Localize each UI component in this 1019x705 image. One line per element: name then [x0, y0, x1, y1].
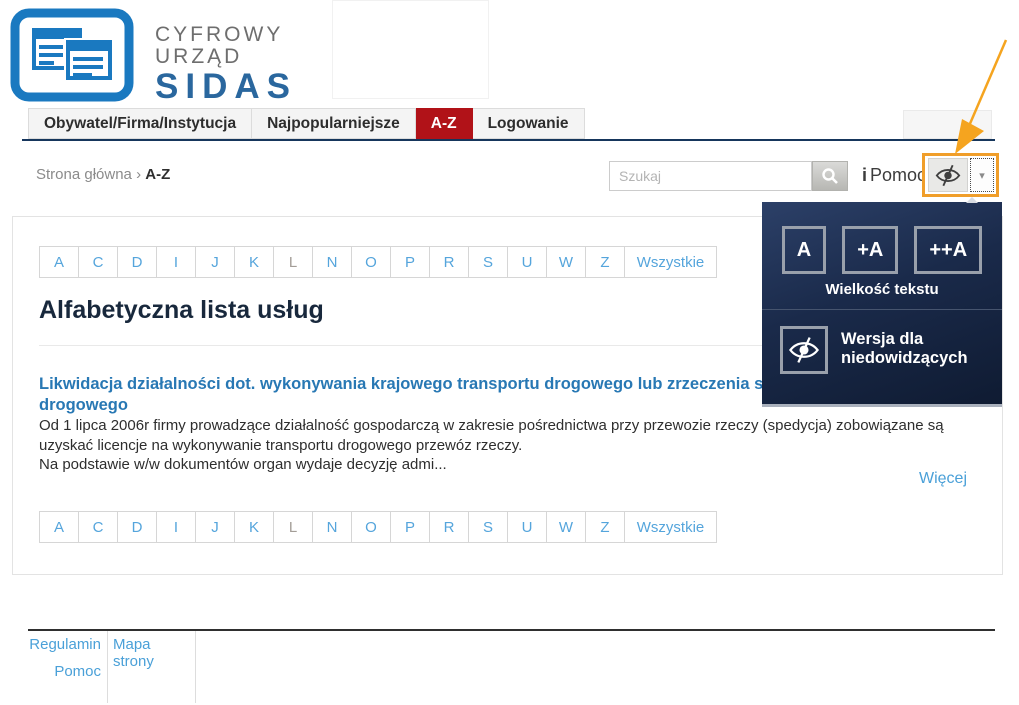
alphabet-row-bottom: ACDIJKLNOPRSUWZWszystkie [39, 511, 717, 543]
text-size-button[interactable]: +A [842, 226, 898, 274]
info-icon: i [862, 165, 867, 185]
alphabet-letter-link[interactable]: O [351, 511, 391, 543]
help-label: Pomoc [870, 165, 926, 185]
footer-link-mapa-strony[interactable]: Mapa strony [113, 636, 195, 670]
alphabet-letter-link[interactable]: J [195, 511, 235, 543]
alphabet-letter-link[interactable]: S [468, 511, 508, 543]
text-size-buttons: A +A ++A [762, 202, 1002, 274]
footer-column-2: Mapa strony [108, 631, 196, 703]
alphabet-letter-link[interactable]: P [390, 246, 430, 278]
alphabet-letter-link[interactable]: A [39, 511, 79, 543]
alphabet-letter-link[interactable]: N [312, 246, 352, 278]
text-size-button[interactable]: ++A [914, 226, 982, 274]
crossed-eye-icon [787, 335, 821, 365]
breadcrumb-home-link[interactable]: Strona główna [36, 166, 132, 183]
alphabet-row-top: ACDIJKLNOPRSUWZWszystkie [39, 246, 717, 278]
alphabet-letter-link[interactable]: N [312, 511, 352, 543]
search-button[interactable] [812, 161, 848, 191]
footer-link-pomoc[interactable]: Pomoc [54, 663, 101, 680]
page-title: Alfabetyczna lista usług [39, 296, 324, 325]
article-body-line: uzyskać licencje na wykonywanie transpor… [39, 436, 944, 456]
article-body: Od 1 lipca 2006r firmy prowadzące działa… [39, 416, 944, 475]
footer-column-1: Regulamin Pomoc [28, 631, 108, 703]
alphabet-letter-link[interactable]: O [351, 246, 391, 278]
nav-tab[interactable]: Najpopularniejsze [252, 108, 416, 139]
alphabet-letter-link[interactable]: C [78, 511, 118, 543]
contrast-caption[interactable]: Wersja dla niedowidzących [841, 330, 991, 368]
more-link[interactable]: Więcej [919, 470, 967, 488]
alphabet-letter-link[interactable]: W [546, 511, 586, 543]
alphabet-letter-link[interactable]: D [117, 511, 157, 543]
article-body-line: Od 1 lipca 2006r firmy prowadzące działa… [39, 416, 944, 436]
nav-tab[interactable]: A-Z [416, 108, 473, 139]
alphabet-letter-link[interactable]: A [39, 246, 79, 278]
brand-line-urzad: URZĄD [155, 46, 297, 68]
help-link[interactable]: iPomoc [862, 165, 926, 186]
alphabet-letter-link[interactable]: I [156, 246, 196, 278]
text-size-section: A +A ++A Wielkość tekstu [762, 202, 1002, 310]
alphabet-letter-link[interactable]: I [156, 511, 196, 543]
nav-spacer-box [903, 110, 992, 139]
alphabet-letter-link[interactable]: P [390, 511, 430, 543]
accessibility-panel: A +A ++A Wielkość tekstu Wersja dla niedow… [762, 202, 1002, 407]
breadcrumb-current: A-Z [145, 166, 170, 183]
nav-underline [22, 139, 995, 141]
panel-caret [966, 197, 978, 203]
alphabet-letter-link[interactable]: L [273, 511, 313, 543]
chevron-down-icon: ▾ [979, 169, 985, 182]
alphabet-letter-link[interactable]: Wszystkie [624, 511, 717, 543]
magnifier-icon [821, 167, 839, 185]
contrast-section: Wersja dla niedowidzących [762, 310, 1002, 374]
alphabet-letter-link[interactable]: Z [585, 511, 625, 543]
text-size-caption: Wielkość tekstu [762, 281, 1002, 298]
contrast-eye-button[interactable] [780, 326, 828, 374]
alphabet-letter-link[interactable]: W [546, 246, 586, 278]
footer-link-regulamin[interactable]: Regulamin [29, 636, 101, 653]
alphabet-letter-link[interactable]: S [468, 246, 508, 278]
nav-tab[interactable]: Logowanie [473, 108, 585, 139]
alphabet-letter-link[interactable]: J [195, 246, 235, 278]
nav-tab[interactable]: Obywatel/Firma/Instytucja [28, 108, 252, 139]
header-placeholder-box [332, 0, 489, 99]
alphabet-letter-link[interactable]: K [234, 511, 274, 543]
search-input[interactable] [609, 161, 812, 191]
alphabet-letter-link[interactable]: Wszystkie [624, 246, 717, 278]
main-nav: Obywatel/Firma/InstytucjaNajpopularniejs… [28, 108, 585, 139]
accessibility-dropdown-button[interactable]: ▾ [970, 158, 994, 192]
breadcrumb: Strona główna › A-Z [36, 166, 170, 183]
alphabet-letter-link[interactable]: C [78, 246, 118, 278]
accessibility-widget: ▾ [922, 153, 999, 197]
alphabet-letter-link[interactable]: D [117, 246, 157, 278]
footer: Regulamin Pomoc Mapa strony [28, 631, 196, 703]
sidas-logo-icon[interactable] [10, 8, 134, 107]
windows-logo-icon [10, 8, 134, 102]
alphabet-letter-link[interactable]: Z [585, 246, 625, 278]
article-body-line: Na podstawie w/w dokumentów organ wydaje… [39, 455, 944, 475]
alphabet-letter-link[interactable]: L [273, 246, 313, 278]
brand-text: CYFROWY URZĄD SIDAS [155, 24, 297, 105]
breadcrumb-separator: › [136, 166, 141, 183]
text-size-button[interactable]: A [782, 226, 826, 274]
crossed-eye-icon [934, 163, 962, 188]
brand-line-sidas: SIDAS [155, 69, 297, 105]
brand-line-cyfrowy: CYFROWY [155, 24, 297, 46]
alphabet-letter-link[interactable]: U [507, 246, 547, 278]
alphabet-letter-link[interactable]: R [429, 246, 469, 278]
accessibility-eye-button[interactable] [928, 158, 968, 192]
annotation-arrow-icon [938, 28, 1018, 163]
alphabet-letter-link[interactable]: U [507, 511, 547, 543]
alphabet-letter-link[interactable]: K [234, 246, 274, 278]
alphabet-letter-link[interactable]: R [429, 511, 469, 543]
